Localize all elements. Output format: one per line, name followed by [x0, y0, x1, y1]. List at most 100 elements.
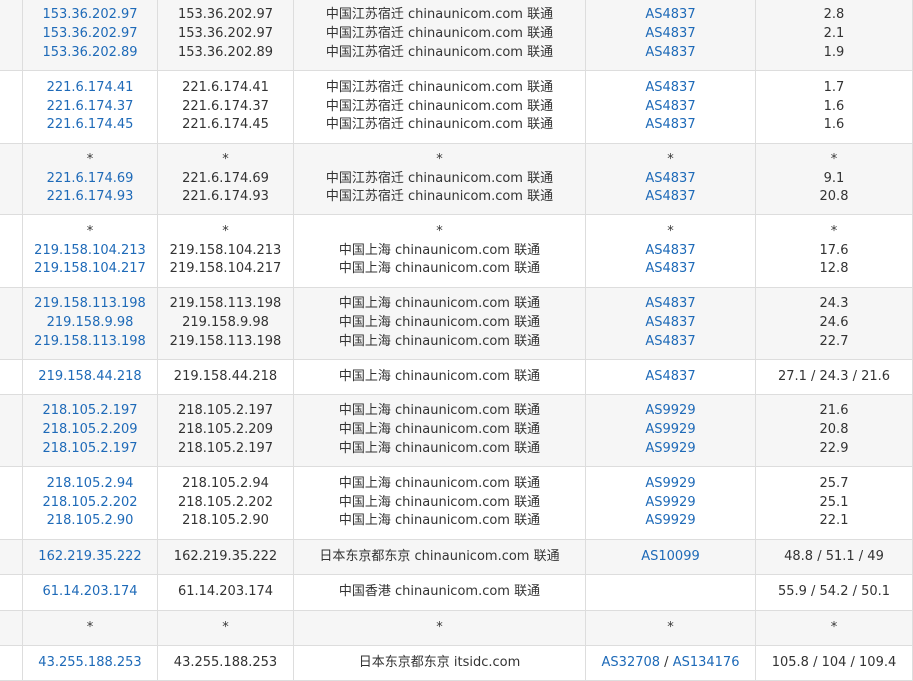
- asn-line: AS4837: [587, 170, 755, 189]
- asn-link[interactable]: AS4837: [645, 315, 695, 330]
- asn-line: AS4837: [587, 295, 755, 314]
- latency-cell: * 9.1 20.8: [755, 143, 913, 215]
- asn-line: AS9929: [587, 512, 755, 531]
- asn-link[interactable]: AS4837: [645, 7, 695, 22]
- asn-link[interactable]: AS4837: [645, 261, 695, 276]
- hostname: 153.36.202.97: [177, 7, 274, 23]
- ip-link[interactable]: 218.105.2.209: [24, 421, 157, 440]
- asn-link[interactable]: AS4837: [645, 99, 695, 114]
- asn-link[interactable]: AS4837: [645, 80, 695, 95]
- location-cell: *: [293, 610, 586, 646]
- location-cell: * 中国上海 chinaunicom.com 联通 中国上海 chinaunicom…: [293, 214, 586, 288]
- hostname: 219.158.9.98: [182, 315, 269, 331]
- hop-row: * 219.158.104.213 219.158.104.217 * 219.158.…: [0, 214, 913, 288]
- location: 日本东京都东京 chinaunicom.com 联通: [319, 548, 560, 564]
- asn-link[interactable]: AS32708: [602, 655, 661, 670]
- asn-link[interactable]: AS4837: [645, 189, 695, 204]
- ip-link[interactable]: 219.158.104.213: [24, 242, 157, 261]
- location: 中国上海 chinaunicom.com 联通: [338, 315, 541, 331]
- ip-link[interactable]: 218.105.2.202: [24, 494, 157, 513]
- ip-link[interactable]: 153.36.202.97: [24, 25, 157, 44]
- latency: 25.7: [819, 475, 849, 491]
- asn-link[interactable]: AS9929: [645, 403, 695, 418]
- asn-link[interactable]: AS4837: [645, 117, 695, 132]
- asn-link[interactable]: AS9929: [645, 476, 695, 491]
- ip-link[interactable]: 218.105.2.90: [24, 512, 157, 531]
- ip-link[interactable]: 162.219.35.222: [24, 548, 157, 567]
- latency-cell: *: [755, 610, 913, 646]
- asn-link[interactable]: AS4837: [645, 334, 695, 349]
- latency: 1.7: [823, 79, 845, 95]
- location: 中国上海 chinaunicom.com 联通: [338, 513, 541, 529]
- latency: 2.1: [823, 26, 845, 42]
- latency-cell: 2.8 2.1 1.9: [755, 0, 913, 71]
- ip-link[interactable]: 219.158.9.98: [24, 314, 157, 333]
- hostname: 153.36.202.89: [177, 44, 274, 60]
- latency: 1.6: [823, 98, 845, 114]
- ip-link-cell: 221.6.174.41 221.6.174.37 221.6.174.45: [22, 70, 158, 144]
- asn-link[interactable]: AS9929: [645, 422, 695, 437]
- location: 中国上海 chinaunicom.com 联通: [338, 494, 541, 510]
- ip-link[interactable]: 43.255.188.253: [24, 654, 157, 673]
- asn-link[interactable]: AS4837: [645, 243, 695, 258]
- location: 中国上海 chinaunicom.com 联通: [338, 403, 541, 419]
- location-cell: 中国江苏宿迁 chinaunicom.com 联通 中国江苏宿迁 chinauni…: [293, 70, 586, 144]
- latency: 12.8: [819, 261, 849, 277]
- asn-cell: *: [585, 610, 756, 646]
- hop-row: 219.158.113.198 219.158.9.98 219.158.113.1…: [0, 287, 913, 360]
- ip-link[interactable]: 61.14.203.174: [24, 583, 157, 602]
- hostname: 218.105.2.197: [177, 403, 274, 419]
- ip-link[interactable]: 218.105.2.197: [24, 440, 157, 459]
- ip-link[interactable]: 221.6.174.69: [24, 170, 157, 189]
- asn-link[interactable]: AS9929: [645, 513, 695, 528]
- ip-link[interactable]: 221.6.174.37: [24, 98, 157, 117]
- ip-link-cell: *: [22, 610, 158, 646]
- latency-cell: 25.7 25.1 22.1: [755, 466, 913, 540]
- hostname: 153.36.202.97: [177, 26, 274, 42]
- asn-link[interactable]: AS10099: [641, 549, 700, 564]
- hostname-cell: 218.105.2.94 218.105.2.202 218.105.2.90: [157, 466, 294, 540]
- location-cell: 中国香港 chinaunicom.com 联通: [293, 574, 586, 611]
- hostname: 219.158.44.218: [173, 368, 278, 384]
- ip-link[interactable]: 219.158.44.218: [24, 368, 157, 387]
- asn-link[interactable]: AS134176: [673, 655, 740, 670]
- hostname: 221.6.174.37: [182, 98, 269, 114]
- hop-row: 3162.219.35.222162.219.35.222日本东京都东京 chi…: [0, 539, 913, 575]
- hop-row: 1218.105.2.197218.105.2.209218.105.2.197…: [0, 394, 913, 467]
- asn-link[interactable]: AS4837: [645, 45, 695, 60]
- asn-link[interactable]: AS4837: [645, 296, 695, 311]
- ip-link[interactable]: 219.158.113.198: [24, 295, 157, 314]
- location: 中国上海 chinaunicom.com 联通: [338, 422, 541, 438]
- hop-number: [0, 287, 23, 360]
- ip-link[interactable]: 221.6.174.41: [24, 79, 157, 98]
- hostname-cell: 218.105.2.197 218.105.2.209 218.105.2.197: [157, 394, 294, 467]
- asn-line: AS4837: [587, 260, 755, 279]
- ip-link[interactable]: 153.36.202.89: [24, 44, 157, 63]
- ip-link[interactable]: 153.36.202.97: [24, 6, 157, 25]
- asn-cell: AS9929 AS9929 AS9929: [585, 394, 756, 467]
- location: 中国江苏宿迁 chinaunicom.com 联通: [325, 189, 554, 205]
- latency: 25.1: [819, 494, 849, 510]
- latency: 22.7: [819, 333, 849, 349]
- ip-link[interactable]: 218.105.2.197: [24, 402, 157, 421]
- hop-row: 153.36.202.97 153.36.202.97 153.36.202.89 1…: [0, 0, 913, 71]
- ip-link[interactable]: 219.158.113.198: [24, 333, 157, 352]
- asn-link[interactable]: AS9929: [645, 495, 695, 510]
- latency: 1.6: [823, 117, 845, 133]
- location: 中国上海 chinaunicom.com 联通: [338, 261, 541, 277]
- asn-link[interactable]: AS4837: [645, 26, 695, 41]
- hostname: 219.158.104.213: [169, 242, 282, 258]
- hostname-cell: 162.219.35.222: [157, 539, 294, 575]
- asn-link[interactable]: AS9929: [645, 441, 695, 456]
- location: 中国江苏宿迁 chinaunicom.com 联通: [325, 79, 554, 95]
- asn-line: [587, 583, 755, 602]
- ip-link[interactable]: 219.158.104.217: [24, 260, 157, 279]
- asn-link[interactable]: AS4837: [645, 171, 695, 186]
- latency-cell: 48.8 / 51.1 / 49: [755, 539, 913, 575]
- asn-link[interactable]: AS4837: [645, 369, 695, 384]
- latency: 55.9 / 54.2 / 50.1: [777, 584, 891, 600]
- ip-link[interactable]: 221.6.174.45: [24, 116, 157, 135]
- ip-link[interactable]: 221.6.174.93: [24, 188, 157, 207]
- latency: 22.9: [819, 440, 849, 456]
- ip-link[interactable]: 218.105.2.94: [24, 475, 157, 494]
